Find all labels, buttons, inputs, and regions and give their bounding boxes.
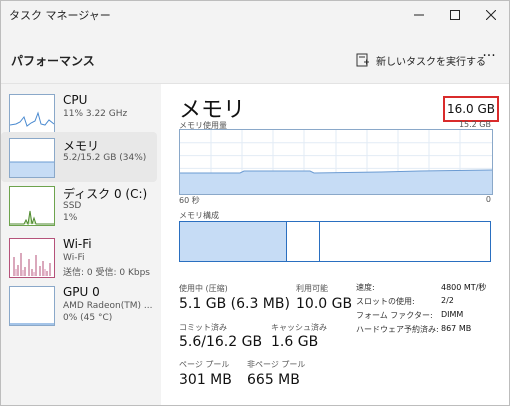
sidebar-item-gpu[interactable]: GPU 0 AMD Radeon(TM) ... 0% (45 °C) — [1, 280, 157, 330]
speed-label: 速度: — [356, 283, 375, 292]
close-button[interactable] — [473, 1, 509, 29]
more-options-button[interactable]: ··· — [477, 47, 501, 67]
sidebar-item-detail-2: 送信: 0 受信: 0 Kbps — [63, 268, 150, 278]
sidebar-item-label: GPU 0 — [63, 285, 100, 299]
sidebar-item-detail-2: 0% (45 °C) — [63, 313, 113, 323]
minimize-icon — [414, 14, 424, 16]
committed-label: コミット済み — [179, 323, 227, 332]
nonpaged-pool-label: 非ページ プール — [247, 360, 306, 369]
sidebar-item-cpu[interactable]: CPU 11% 3.22 GHz — [1, 88, 157, 138]
sidebar-item-detail: Wi-Fi — [63, 253, 85, 263]
memory-detail-panel: メモリ 16.0 GB メモリ使用量 15.2 GB 60 秒 0 メモリ構成 … — [161, 84, 509, 405]
usage-graph-max: 15.2 GB — [458, 120, 491, 129]
sidebar-item-label: Wi-Fi — [63, 237, 92, 251]
total-memory: 16.0 GB — [443, 96, 499, 122]
gpu-thumbnail-graph — [9, 286, 55, 326]
title-bar: タスク マネージャー — [1, 1, 509, 29]
minimize-button[interactable] — [401, 1, 437, 29]
cached-label: キャッシュ済み — [271, 323, 327, 332]
sidebar-item-detail: 11% 3.22 GHz — [63, 109, 128, 119]
sidebar-item-detail: SSD — [63, 201, 82, 211]
performance-sidebar: CPU 11% 3.22 GHz メモリ 5.2/15.2 GB (34%) デ… — [1, 84, 161, 405]
sidebar-item-label: メモリ — [63, 139, 100, 153]
disk-thumbnail-graph — [9, 186, 55, 226]
window-title: タスク マネージャー — [9, 9, 111, 22]
in-use-value: 5.1 GB (6.3 MB) — [179, 296, 290, 312]
sidebar-item-detail: 5.2/15.2 GB (34%) — [63, 153, 147, 163]
cpu-thumbnail-graph — [9, 94, 55, 134]
sidebar-item-memory[interactable]: メモリ 5.2/15.2 GB (34%) — [1, 132, 157, 182]
form-factor-value: DIMM — [441, 310, 464, 319]
run-task-icon — [356, 53, 369, 67]
composition-label: メモリ構成 — [179, 211, 219, 220]
run-new-task-button[interactable]: 新しいタスクを実行する — [356, 51, 486, 69]
cached-value: 1.6 GB — [271, 334, 319, 350]
memory-usage-graph — [179, 129, 493, 195]
sidebar-item-label: ディスク 0 (C:) — [63, 187, 148, 201]
sidebar-item-detail: AMD Radeon(TM) ... — [63, 301, 153, 311]
available-value: 10.0 GB — [296, 296, 353, 312]
nonpaged-pool-value: 665 MB — [247, 372, 300, 388]
composition-in-use — [180, 222, 287, 261]
in-use-label: 使用中 (圧縮) — [179, 284, 228, 293]
paged-pool-value: 301 MB — [179, 372, 232, 388]
page-title: パフォーマンス — [11, 54, 95, 68]
memory-thumbnail-graph — [9, 138, 55, 178]
memory-composition-bar — [179, 221, 491, 262]
form-factor-label: フォーム ファクター: — [356, 311, 433, 320]
composition-modified — [287, 222, 320, 261]
task-manager-window: タスク マネージャー パフォーマンス 新しいタスクを実行する ··· CPU 1… — [0, 0, 510, 406]
sidebar-item-disk[interactable]: ディスク 0 (C:) SSD 1% — [1, 180, 157, 230]
wifi-thumbnail-graph — [9, 238, 55, 278]
speed-value: 4800 MT/秒 — [441, 283, 487, 292]
composition-free — [320, 222, 490, 261]
toolbar: パフォーマンス 新しいタスクを実行する ··· — [1, 29, 509, 84]
sidebar-item-label: CPU — [63, 93, 88, 107]
sidebar-item-wifi[interactable]: Wi-Fi Wi-Fi 送信: 0 受信: 0 Kbps — [1, 232, 157, 282]
slots-value: 2/2 — [441, 296, 454, 305]
close-icon — [486, 10, 496, 20]
committed-value: 5.6/16.2 GB — [179, 334, 263, 350]
run-task-label: 新しいタスクを実行する — [376, 56, 486, 68]
slots-label: スロットの使用: — [356, 297, 415, 306]
sidebar-item-detail-2: 1% — [63, 213, 78, 223]
hardware-reserved-value: 867 MB — [441, 324, 472, 333]
maximize-icon — [450, 10, 460, 20]
maximize-button[interactable] — [437, 1, 473, 29]
available-label: 利用可能 — [296, 284, 328, 293]
paged-pool-label: ページ プール — [179, 360, 230, 369]
axis-label-left: 60 秒 — [179, 196, 200, 205]
hardware-reserved-label: ハードウェア予約済み: — [356, 325, 439, 334]
axis-label-right: 0 — [485, 195, 491, 204]
